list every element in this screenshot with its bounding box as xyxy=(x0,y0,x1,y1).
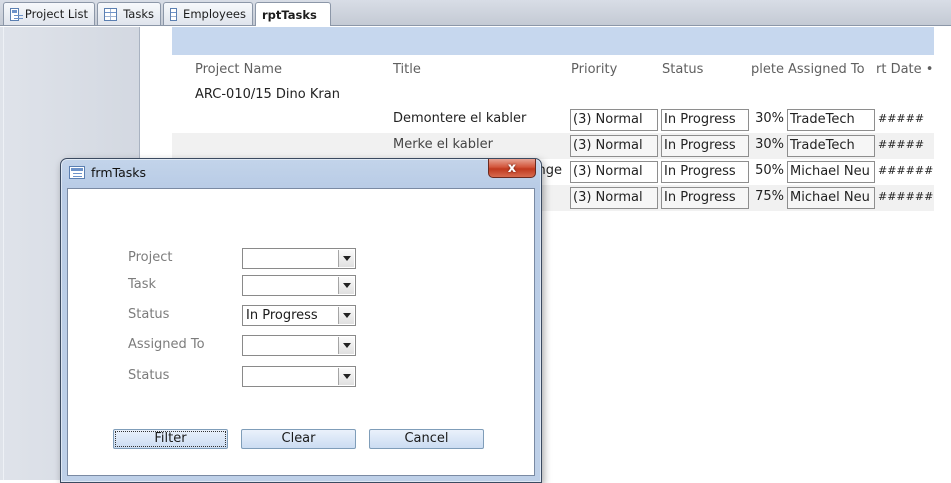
assigned-to-label: Assigned To xyxy=(128,337,205,352)
priority-cell: (3) Normal xyxy=(570,135,658,157)
tab-label: Employees xyxy=(183,7,246,21)
start-date-cell: ###### ! xyxy=(878,164,934,177)
start-date-cell: ##### xyxy=(878,138,925,151)
assigned-to-cell: Michael Neu xyxy=(787,187,875,209)
clear-button[interactable]: Clear xyxy=(241,429,356,449)
task-combo[interactable] xyxy=(242,275,356,296)
column-header-project-name: Project Name xyxy=(195,62,282,77)
start-date-cell: ###### ! xyxy=(878,190,934,203)
form-icon xyxy=(10,7,23,21)
table-icon xyxy=(170,7,178,21)
cancel-button[interactable]: Cancel xyxy=(369,429,484,449)
tab-label: Tasks xyxy=(123,7,154,21)
chevron-down-icon[interactable] xyxy=(338,368,354,385)
tab-label: rptTasks xyxy=(262,7,317,22)
column-header-priority: Priority xyxy=(571,62,618,77)
tab-tasks[interactable]: Tasks xyxy=(97,2,161,25)
project-combo[interactable] xyxy=(242,248,356,269)
status-cell: In Progress xyxy=(661,187,749,209)
tab-project-list[interactable]: Project List xyxy=(3,2,95,25)
start-date-cell: ##### xyxy=(878,112,925,125)
status-combo-value: In Progress xyxy=(246,308,318,323)
chevron-down-icon[interactable] xyxy=(338,307,354,324)
table-row[interactable]: Merke el kabler (3) Normal In Progress 3… xyxy=(172,133,934,159)
column-header-start-date: rt Date • xyxy=(876,62,934,77)
group-header-project: ARC-010/15 Dino Kran xyxy=(195,87,340,102)
document-tab-strip: Project List Tasks Employees rptTasks xyxy=(0,0,951,45)
column-header-title: Title xyxy=(393,62,421,77)
percent-complete-cell: 30% xyxy=(755,137,784,152)
column-header-complete: plete xyxy=(751,62,784,77)
status-combo[interactable]: In Progress xyxy=(242,305,356,326)
percent-complete-cell: 50% xyxy=(755,163,784,178)
status-combo-2[interactable] xyxy=(242,366,356,387)
close-button[interactable]: x xyxy=(488,159,536,178)
status-cell: In Progress xyxy=(661,161,749,183)
status-cell: In Progress xyxy=(661,135,749,157)
table-icon xyxy=(104,7,118,21)
tab-label: Project List xyxy=(24,7,88,21)
assigned-to-combo[interactable] xyxy=(242,335,356,356)
project-label: Project xyxy=(128,250,173,265)
chevron-down-icon[interactable] xyxy=(338,277,354,294)
tab-rpttasks[interactable]: rptTasks xyxy=(255,2,410,45)
tab-employees[interactable]: Employees xyxy=(163,2,253,25)
assigned-to-cell: TradeTech xyxy=(787,109,875,131)
assigned-to-cell: TradeTech xyxy=(787,135,875,157)
close-icon: x xyxy=(507,160,517,176)
filter-button[interactable]: Filter xyxy=(113,429,228,449)
task-label: Task xyxy=(128,277,157,292)
report-header-band xyxy=(172,27,934,55)
percent-complete-cell: 30% xyxy=(755,111,784,126)
status-cell: In Progress xyxy=(661,109,749,131)
task-title: Demontere el kabler xyxy=(393,111,527,126)
priority-cell: (3) Normal xyxy=(570,187,658,209)
form-icon xyxy=(69,166,85,179)
percent-complete-cell: 75% xyxy=(755,189,784,204)
column-header-assigned-to: Assigned To xyxy=(788,62,865,77)
dialog-title-bar[interactable]: frmTasks x xyxy=(61,159,541,187)
task-title: Merke el kabler xyxy=(393,137,493,152)
chevron-down-icon[interactable] xyxy=(338,250,354,267)
table-row[interactable]: Demontere el kabler (3) Normal In Progre… xyxy=(172,107,934,133)
priority-cell: (3) Normal xyxy=(570,109,658,131)
status-label-2: Status xyxy=(128,368,170,383)
frmtasks-dialog: frmTasks x Project Task Status In Progre… xyxy=(60,158,542,483)
dialog-title: frmTasks xyxy=(91,165,146,180)
chevron-down-icon[interactable] xyxy=(338,337,354,354)
assigned-to-cell: Michael Neu xyxy=(787,161,875,183)
status-label: Status xyxy=(128,307,170,322)
column-header-status: Status xyxy=(662,62,704,77)
priority-cell: (3) Normal xyxy=(570,161,658,183)
